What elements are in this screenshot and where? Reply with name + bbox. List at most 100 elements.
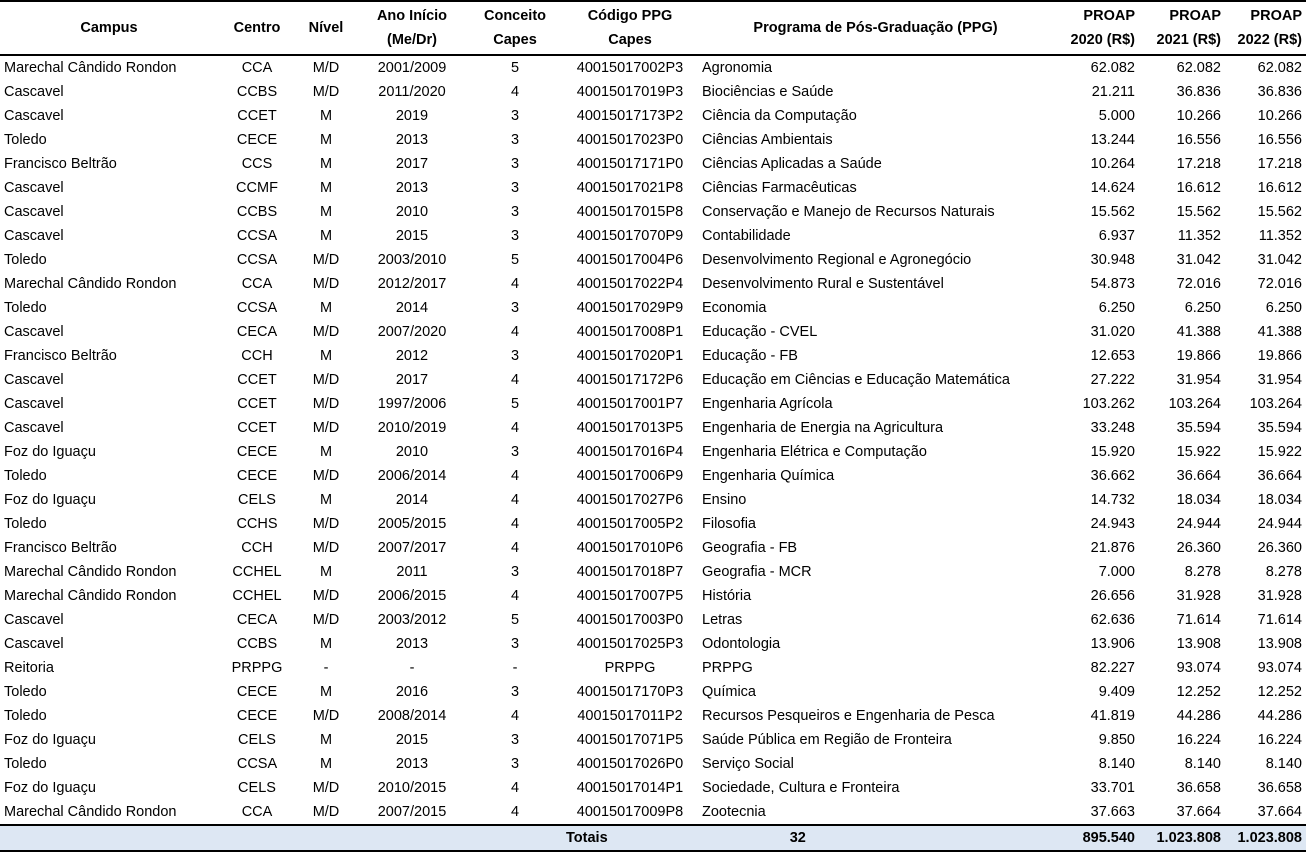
table-row: Toledo CCSA M 2013 3 40015017026P0 Serviço Soc… bbox=[0, 752, 1306, 776]
table-row: Foz do Iguaçu CELS M 2014 4 40015017027P6 Ensi… bbox=[0, 488, 1306, 512]
cell-proap-2021: 17.218 bbox=[1176, 156, 1221, 172]
table-footer: Totais 32 895.540 1.023.808 1.023.808 bbox=[0, 824, 1306, 852]
cell-programa: Ensino bbox=[702, 492, 747, 508]
cell-proap-2020: 8.140 bbox=[1098, 756, 1135, 772]
cell-proap-2022: 12.252 bbox=[1257, 684, 1302, 700]
cell-proap-2020: 62.082 bbox=[1090, 60, 1135, 76]
cell-conceito: 3 bbox=[510, 444, 520, 460]
totals-2022: 1.023.808 bbox=[1225, 824, 1306, 852]
header-programa-label: Programa de Pós-Graduação (PPG) bbox=[753, 20, 998, 36]
cell-nivel: M bbox=[319, 180, 333, 196]
cell-nivel: M/D bbox=[312, 420, 340, 436]
cell-conceito: 3 bbox=[510, 204, 520, 220]
cell-proap-2020: 82.227 bbox=[1090, 660, 1135, 676]
cell-nivel: M bbox=[319, 108, 333, 124]
cell-proap-2020: 33.248 bbox=[1090, 420, 1135, 436]
cell-proap-2022: 17.218 bbox=[1257, 156, 1302, 172]
cell-codigo: PRPPG bbox=[604, 660, 656, 676]
cell-proap-2021: 103.264 bbox=[1168, 396, 1221, 412]
cell-centro: CCSA bbox=[236, 252, 278, 268]
cell-campus: Toledo bbox=[4, 252, 47, 268]
cell-centro: CECA bbox=[236, 324, 278, 340]
cell-proap-2021: 31.928 bbox=[1176, 588, 1221, 604]
cell-proap-2021: 10.266 bbox=[1176, 108, 1221, 124]
cell-codigo: 40015017173P2 bbox=[576, 108, 684, 124]
cell-codigo: 40015017014P1 bbox=[576, 780, 684, 796]
table-row: Cascavel CECA M/D 2007/2020 4 40015017008P1 Ed… bbox=[0, 320, 1306, 344]
cell-proap-2021: 36.836 bbox=[1176, 84, 1221, 100]
table-row: Francisco Beltrão CCH M/D 2007/2017 4 4001501… bbox=[0, 536, 1306, 560]
table-row: Francisco Beltrão CCH M 2012 3 40015017020P1 E… bbox=[0, 344, 1306, 368]
cell-ano-inicio: 2017 bbox=[395, 156, 429, 172]
header-conceito-line1: Conceito bbox=[483, 8, 547, 24]
cell-proap-2022: 6.250 bbox=[1265, 300, 1302, 316]
cell-centro: CCSA bbox=[236, 228, 278, 244]
cell-proap-2022: 16.556 bbox=[1257, 132, 1302, 148]
header-codigo-line1: Código PPG bbox=[587, 8, 673, 24]
cell-centro: CCA bbox=[241, 804, 273, 820]
table-row: Marechal Cândido Rondon CCA M/D 2007/2015 4 4… bbox=[0, 800, 1306, 825]
cell-centro: CECA bbox=[236, 612, 278, 628]
cell-codigo: 40015017070P9 bbox=[576, 228, 684, 244]
cell-proap-2022: 36.836 bbox=[1257, 84, 1302, 100]
totals-2021: 1.023.808 bbox=[1139, 824, 1225, 852]
header-campus-label: Campus bbox=[80, 20, 138, 36]
cell-ano-inicio: 2015 bbox=[395, 228, 429, 244]
cell-conceito: 4 bbox=[510, 492, 520, 508]
cell-codigo: 40015017006P9 bbox=[576, 468, 684, 484]
cell-nivel: M/D bbox=[312, 84, 340, 100]
cell-programa: Educação - FB bbox=[702, 348, 798, 364]
cell-proap-2020: 15.562 bbox=[1090, 204, 1135, 220]
cell-proap-2020: 7.000 bbox=[1098, 564, 1135, 580]
cell-proap-2022: 93.074 bbox=[1257, 660, 1302, 676]
cell-codigo: 40015017013P5 bbox=[576, 420, 684, 436]
cell-programa: Engenharia de Energia na Agricultura bbox=[702, 420, 944, 436]
cell-programa: Filosofia bbox=[702, 516, 756, 532]
cell-proap-2020: 12.653 bbox=[1090, 348, 1135, 364]
cell-proap-2021: 93.074 bbox=[1176, 660, 1221, 676]
cell-programa: História bbox=[702, 588, 752, 604]
header-ano-inicio: Ano Início (Me/Dr) bbox=[356, 1, 468, 56]
cell-centro: CECE bbox=[236, 444, 278, 460]
cell-codigo: 40015017003P0 bbox=[576, 612, 684, 628]
cell-codigo: 40015017019P3 bbox=[576, 84, 684, 100]
cell-ano-inicio: 2015 bbox=[395, 732, 429, 748]
cell-nivel: M bbox=[319, 204, 333, 220]
cell-nivel: M bbox=[319, 564, 333, 580]
cell-proap-2021: 16.612 bbox=[1176, 180, 1221, 196]
cell-proap-2021: 16.556 bbox=[1176, 132, 1221, 148]
cell-ano-inicio: 2014 bbox=[395, 492, 429, 508]
cell-nivel: M/D bbox=[312, 468, 340, 484]
cell-ano-inicio: 2006/2015 bbox=[377, 588, 447, 604]
cell-proap-2021: 12.252 bbox=[1176, 684, 1221, 700]
cell-campus: Cascavel bbox=[4, 180, 64, 196]
cell-proap-2022: 35.594 bbox=[1257, 420, 1302, 436]
totals-2020: 895.540 bbox=[1053, 824, 1139, 852]
cell-ano-inicio: 2017 bbox=[395, 372, 429, 388]
cell-conceito: 5 bbox=[510, 396, 520, 412]
cell-centro: CCET bbox=[237, 396, 277, 412]
cell-proap-2020: 103.262 bbox=[1082, 396, 1135, 412]
table-row: Cascavel CCET M/D 2010/2019 4 40015017013P5 En… bbox=[0, 416, 1306, 440]
table-row: Cascavel CCET M/D 1997/2006 5 40015017001P7 En… bbox=[0, 392, 1306, 416]
cell-campus: Foz do Iguaçu bbox=[4, 492, 96, 508]
table-row: Cascavel CCET M 2019 3 40015017173P2 Ciência d… bbox=[0, 104, 1306, 128]
table-row: Marechal Cândido Rondon CCA M/D 2001/2009 5 4… bbox=[0, 55, 1306, 80]
cell-nivel: M/D bbox=[312, 780, 340, 796]
cell-proap-2020: 10.264 bbox=[1090, 156, 1135, 172]
header-2020-line1: PROAP bbox=[1083, 8, 1135, 24]
cell-codigo: 40015017021P8 bbox=[576, 180, 684, 196]
cell-nivel: M/D bbox=[312, 804, 340, 820]
cell-ano-inicio: 2014 bbox=[395, 300, 429, 316]
totals-count: 32 bbox=[789, 830, 806, 846]
cell-proap-2022: 15.562 bbox=[1257, 204, 1302, 220]
cell-proap-2022: 13.908 bbox=[1257, 636, 1302, 652]
cell-proap-2021: 31.042 bbox=[1176, 252, 1221, 268]
cell-campus: Marechal Cândido Rondon bbox=[4, 60, 177, 76]
cell-codigo: 40015017025P3 bbox=[576, 636, 684, 652]
cell-codigo: 40015017007P5 bbox=[576, 588, 684, 604]
cell-programa: Geografia - FB bbox=[702, 540, 798, 556]
cell-conceito: 4 bbox=[510, 540, 520, 556]
cell-centro: CCET bbox=[237, 372, 277, 388]
cell-proap-2022: 18.034 bbox=[1257, 492, 1302, 508]
